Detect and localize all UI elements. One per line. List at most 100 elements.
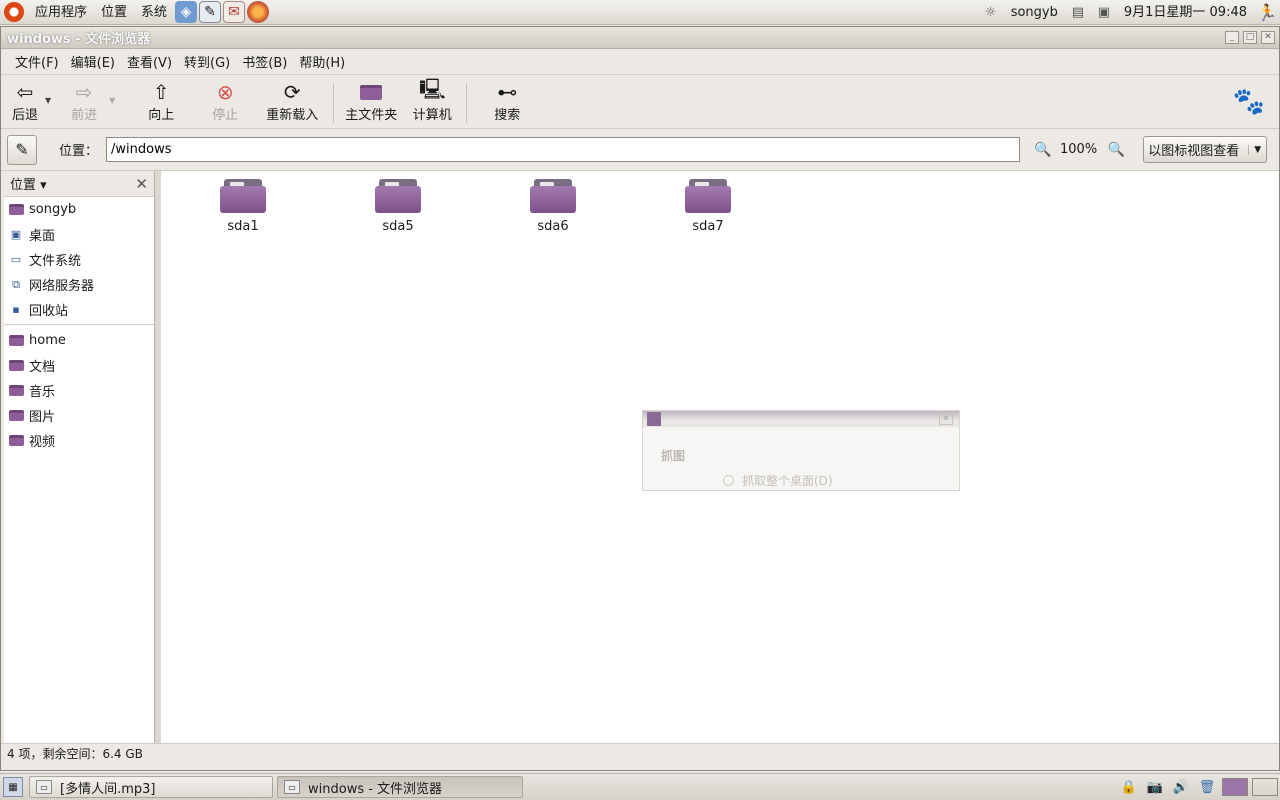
workspace-1[interactable] xyxy=(1222,778,1248,796)
zoom-in-icon[interactable]: 🔍 xyxy=(1105,139,1127,161)
menu-system[interactable]: 系统 xyxy=(134,0,174,25)
back-button[interactable]: ⇦ 后退 xyxy=(7,80,43,126)
sidebar-item-label: 桌面 xyxy=(29,229,56,244)
sidebar-item-home[interactable]: home xyxy=(4,328,154,353)
top-panel: 应用程序 位置 系统 ◈ ✎ ✉ ☼ songyb ▤ ▣ 9月1日星期一 09… xyxy=(0,0,1280,25)
sidebar-item-网络服务器[interactable]: ⧉ 网络服务器 xyxy=(4,272,154,297)
file-item[interactable]: sda5 xyxy=(338,171,458,234)
menu-go[interactable]: 转到(G) xyxy=(178,52,236,71)
filesystem-icon: ▭ xyxy=(10,253,22,266)
weather-icon[interactable]: ☼ xyxy=(981,3,1001,21)
reload-button[interactable]: ⟳ 重新载入 xyxy=(259,80,325,126)
search-button[interactable]: ⊷ 搜索 xyxy=(481,80,533,126)
stop-button[interactable]: ⊗ 停止 xyxy=(195,80,255,126)
lock-screen-icon[interactable]: 🔒 xyxy=(1118,777,1140,797)
computer-button[interactable]: 🖳 计算机 xyxy=(406,77,458,126)
window-icon: ▭ xyxy=(284,780,300,794)
drive-folder-icon xyxy=(220,179,266,213)
workspace-2[interactable] xyxy=(1252,778,1278,796)
location-input[interactable] xyxy=(106,137,1021,162)
user-switcher[interactable]: songyb xyxy=(1004,0,1065,25)
printer-icon[interactable]: ▤ xyxy=(1068,3,1088,21)
search-label: 搜索 xyxy=(494,108,521,123)
window-titlebar[interactable]: windows - 文件浏览器 _ □ ✕ xyxy=(1,27,1279,49)
sidebar-item-label: 文件系统 xyxy=(29,254,82,269)
status-text: 4 项，剩余空间：6.4 GB xyxy=(7,747,143,761)
sidebar-item-图片[interactable]: 图片 xyxy=(4,403,154,428)
drive-folder-icon xyxy=(375,179,421,213)
file-item[interactable]: sda7 xyxy=(648,171,768,234)
menu-bookmarks[interactable]: 书签(B) xyxy=(236,52,293,71)
volume-icon[interactable]: 🔊 xyxy=(1170,777,1192,797)
up-button[interactable]: ⇧ 向上 xyxy=(131,80,191,126)
sidebar-divider xyxy=(4,324,154,325)
ghost-dialog-icon xyxy=(647,412,661,426)
taskbar-item-music[interactable]: ▭ [多情人间.mp3] xyxy=(29,776,273,798)
window-icon: ▭ xyxy=(36,780,52,794)
camera-icon[interactable]: 📷 xyxy=(1144,777,1166,797)
show-desktop-icon[interactable]: ▦ xyxy=(3,777,23,797)
pencil-icon: ✎ xyxy=(15,140,29,159)
logout-icon[interactable]: 🏃 xyxy=(1257,3,1277,22)
home-button[interactable]: 主文件夹 xyxy=(342,80,400,126)
computer-label: 计算机 xyxy=(412,108,452,123)
firefox-icon[interactable] xyxy=(247,1,270,23)
menu-file[interactable]: 文件(F) xyxy=(9,52,65,71)
trash-applet-icon[interactable]: 🗑 xyxy=(1196,777,1218,797)
file-name: sda7 xyxy=(692,219,724,234)
task-label: windows - 文件浏览器 xyxy=(308,781,443,797)
drive-folder-icon xyxy=(530,179,576,213)
sidebar-item-视频[interactable]: 视频 xyxy=(4,428,154,453)
ghost-screenshot-dialog: ✕ 抓图 抓取整个桌面(D) xyxy=(642,410,960,491)
file-item[interactable]: sda6 xyxy=(493,171,613,234)
forward-history-dropdown[interactable]: ▼ xyxy=(109,96,115,105)
sidebar-item-label: home xyxy=(29,333,66,348)
desktop-icon: ▣ xyxy=(10,228,22,241)
location-edit-toggle[interactable]: ✎ xyxy=(7,134,37,165)
folder-icon xyxy=(8,359,24,373)
sidebar-item-songyb[interactable]: songyb xyxy=(4,197,154,222)
forward-button[interactable]: ⇨ 前进 xyxy=(61,80,107,126)
sidebar-item-桌面[interactable]: ▣ 桌面 xyxy=(4,222,154,247)
zoom-out-icon[interactable]: 🔍 xyxy=(1032,139,1054,161)
ubuntu-logo-icon[interactable] xyxy=(4,2,24,22)
close-window-button[interactable]: ✕ xyxy=(1261,31,1275,44)
sidebar-item-文档[interactable]: 文档 xyxy=(4,353,154,378)
clock[interactable]: 9月1日星期一 09:48 xyxy=(1117,0,1254,25)
sidebar-mode-select[interactable]: 位置 ▾ xyxy=(10,174,47,193)
menu-applications[interactable]: 应用程序 xyxy=(28,0,94,25)
close-icon: ✕ xyxy=(939,413,953,425)
sidebar-item-回收站[interactable]: ▪ 回收站 xyxy=(4,297,154,322)
zoom-level[interactable]: 100% xyxy=(1060,142,1097,157)
virtualbox-icon[interactable]: ◈ xyxy=(175,1,198,23)
minimize-button[interactable]: _ xyxy=(1225,31,1239,44)
sidebar-item-label: 图片 xyxy=(29,410,56,425)
view-mode-label: 以图标视图查看 xyxy=(1148,144,1240,159)
sidebar-item-label: 回收站 xyxy=(29,304,69,319)
maximize-button[interactable]: □ xyxy=(1243,31,1257,44)
sidebar-item-音乐[interactable]: 音乐 xyxy=(4,378,154,403)
back-history-dropdown[interactable]: ▼ xyxy=(45,96,51,105)
folder-icon xyxy=(8,384,24,398)
menu-places[interactable]: 位置 xyxy=(94,0,134,25)
file-item[interactable]: sda1 xyxy=(183,171,303,234)
menu-edit[interactable]: 编辑(E) xyxy=(65,52,121,71)
network-icon: ⧉ xyxy=(12,277,20,291)
up-label: 向上 xyxy=(148,108,175,123)
sidebar-header: 位置 ▾ ✕ xyxy=(4,171,154,197)
taskbar-item-file-browser[interactable]: ▭ windows - 文件浏览器 xyxy=(277,776,523,798)
menu-help[interactable]: 帮助(H) xyxy=(293,52,351,71)
sidebar-item-label: 视频 xyxy=(29,435,56,450)
view-mode-select[interactable]: 以图标视图查看 ▼ xyxy=(1143,136,1268,163)
trash-icon: ▪ xyxy=(12,303,20,316)
network-status-icon[interactable]: ▣ xyxy=(1094,3,1114,21)
radio-icon xyxy=(723,475,734,486)
text-editor-icon[interactable]: ✎ xyxy=(199,1,222,23)
sidebar-item-文件系统[interactable]: ▭ 文件系统 xyxy=(4,247,154,272)
close-icon[interactable]: ✕ xyxy=(135,175,148,193)
gnome-foot-icon: 🐾 xyxy=(1232,87,1265,117)
chevron-down-icon: ▼ xyxy=(1248,144,1266,155)
mail-icon[interactable]: ✉ xyxy=(223,1,246,23)
menu-view[interactable]: 查看(V) xyxy=(121,52,178,71)
file-view[interactable]: sda1 sda5 sda6 sda7 ✕ 抓图 抓取整个桌面(D) xyxy=(161,171,1279,743)
